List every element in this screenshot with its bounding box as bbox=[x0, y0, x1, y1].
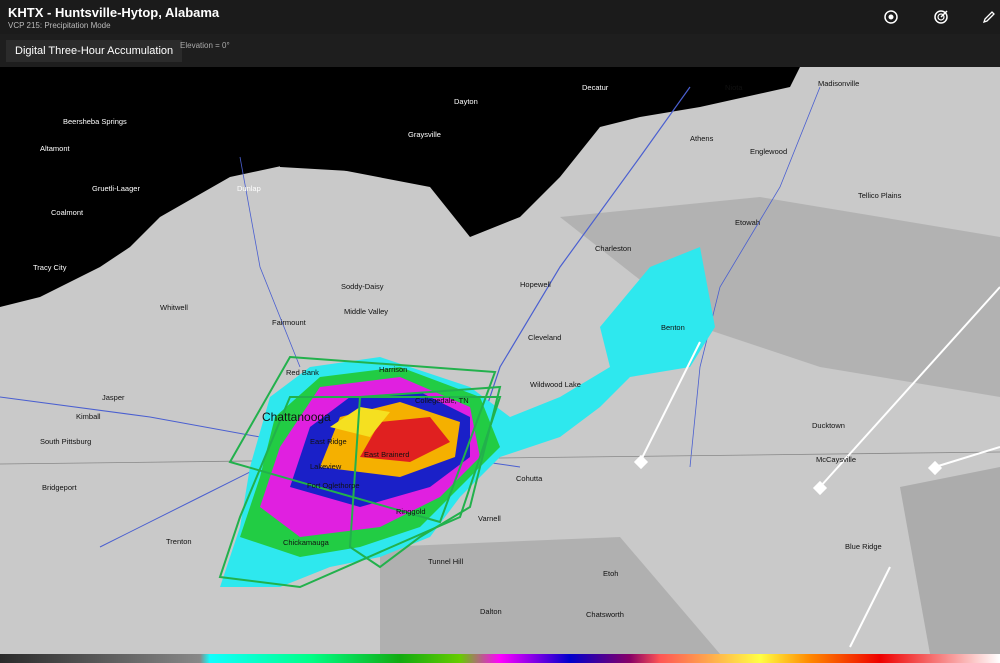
city-label: Hopewell bbox=[520, 280, 551, 289]
city-label: Ringgold bbox=[396, 507, 426, 516]
city-label: Middle Valley bbox=[344, 307, 389, 316]
city-label: Benton bbox=[661, 323, 685, 332]
color-scale-bar bbox=[0, 654, 1000, 663]
city-label: Harrison bbox=[379, 365, 408, 374]
city-label: Etoh bbox=[603, 569, 619, 578]
city-label: East Ridge bbox=[310, 437, 347, 446]
city-label: Wildwood Lake bbox=[530, 380, 581, 389]
map-layer bbox=[0, 67, 1000, 654]
city-label: Gruetli-Laager bbox=[92, 184, 140, 193]
city-label: Chatsworth bbox=[586, 610, 624, 619]
city-label: Dayton bbox=[454, 97, 478, 106]
city-label: Decatur bbox=[582, 83, 609, 92]
product-bar: Digital Three-Hour Accumulation Elevatio… bbox=[0, 34, 1000, 67]
city-label: Collegedale, TN bbox=[415, 396, 469, 405]
product-selector[interactable]: Digital Three-Hour Accumulation bbox=[6, 40, 183, 62]
city-label: Beersheba Springs bbox=[63, 117, 127, 126]
city-label: Varnell bbox=[478, 514, 501, 523]
city-label: Ducktown bbox=[812, 421, 845, 430]
city-label: Madisonville bbox=[818, 79, 860, 88]
city-label: Tellico Plains bbox=[858, 191, 902, 200]
radar-title: KHTX - Huntsville-Hytop, Alabama bbox=[8, 5, 220, 20]
pencil-icon[interactable] bbox=[978, 6, 1000, 28]
city-label: Cohutta bbox=[516, 474, 543, 483]
city-label: Cleveland bbox=[528, 333, 562, 342]
city-label: Niota bbox=[725, 83, 743, 92]
radar-map[interactable]: Dayton Decatur Niota Madisonville Beersh… bbox=[0, 67, 1000, 654]
city-label: Trenton bbox=[166, 537, 192, 546]
city-label: Etowah bbox=[735, 218, 761, 227]
city-label: Altamont bbox=[40, 144, 70, 153]
city-label: Graysville bbox=[408, 130, 441, 139]
city-label: Dunlap bbox=[237, 184, 261, 193]
city-label: Kimball bbox=[76, 412, 101, 421]
city-label: Blue Ridge bbox=[845, 542, 882, 551]
header-bar: KHTX - Huntsville-Hytop, Alabama VCP 215… bbox=[0, 0, 1000, 34]
city-label: Coalmont bbox=[51, 208, 84, 217]
target-icon[interactable] bbox=[880, 6, 902, 28]
city-label: Whitwell bbox=[160, 303, 188, 312]
city-label: Chickamauga bbox=[283, 538, 329, 547]
city-label: Fort Oglethorpe bbox=[307, 481, 360, 490]
city-label: Chattanooga bbox=[262, 410, 331, 424]
city-label: Englewood bbox=[750, 147, 788, 156]
city-label: Athens bbox=[690, 134, 714, 143]
city-label: Bridgeport bbox=[42, 483, 77, 492]
city-label: Lakeview bbox=[310, 462, 342, 471]
city-label: McCaysville bbox=[816, 455, 857, 464]
city-label: Soddy-Daisy bbox=[341, 282, 384, 291]
elevation-label: Elevation = 0° bbox=[180, 41, 230, 50]
city-label: Red Bank bbox=[286, 368, 319, 377]
city-label: Tracy City bbox=[33, 263, 67, 272]
city-label: Jasper bbox=[102, 393, 125, 402]
city-label: Charleston bbox=[595, 244, 632, 253]
city-label: East Brainerd bbox=[364, 450, 410, 459]
city-label: Fairmount bbox=[272, 318, 306, 327]
city-label: Tunnel Hill bbox=[428, 557, 464, 566]
radar-sweep-icon[interactable] bbox=[930, 6, 952, 28]
city-label: Dalton bbox=[480, 607, 502, 616]
vcp-mode: VCP 215: Precipitation Mode bbox=[8, 21, 111, 30]
city-label: South Pittsburg bbox=[40, 437, 92, 446]
